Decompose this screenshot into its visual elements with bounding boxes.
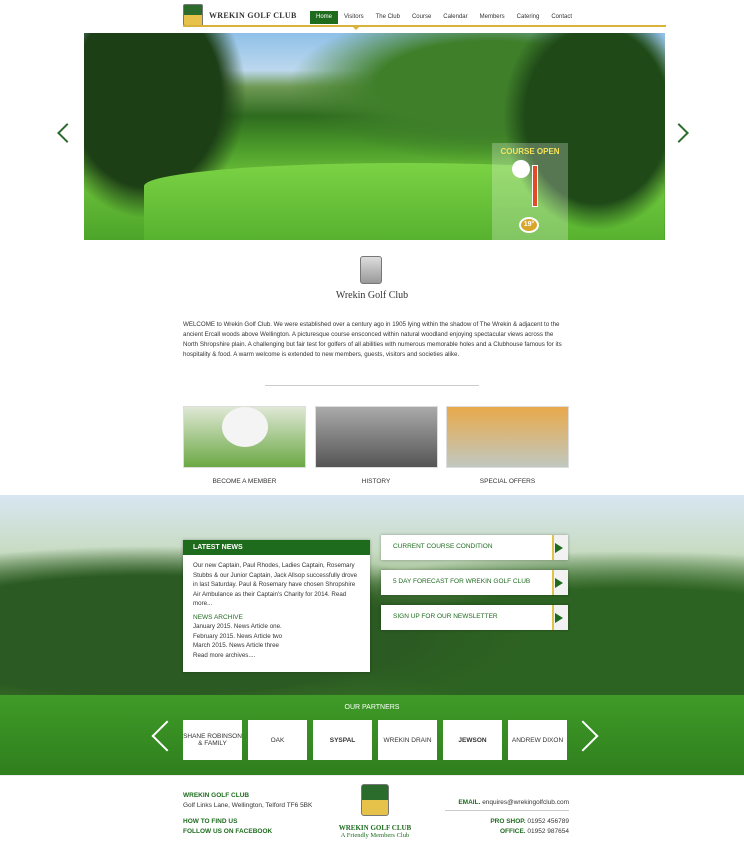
card-label: SPECIAL OFFERS [479, 478, 536, 485]
panel-label: SIGN UP FOR OUR NEWSLETTER [393, 613, 498, 620]
panel-corner [552, 535, 568, 560]
panel-corner [552, 605, 568, 630]
news-archive-item[interactable]: January 2015. News Article one. [193, 622, 360, 632]
partner-logo[interactable]: SHANE ROBINSON & FAMILY [183, 720, 242, 760]
office-phone[interactable]: 01952 987654 [527, 828, 569, 835]
footer-logo: WREKIN GOLF CLUB A Friendly Members Club [330, 784, 420, 839]
card-become-member[interactable]: BECOME A MEMBER [183, 406, 306, 485]
news-archive-item[interactable]: March 2015. News Article three [193, 641, 360, 651]
email-link[interactable]: enquires@wrekingolfclub.com [482, 799, 569, 806]
card-history[interactable]: HISTORY [314, 406, 438, 485]
course-status-badge[interactable]: COURSE OPEN 19° [492, 143, 568, 240]
golf-ball-icon [512, 160, 530, 178]
flag-icon [555, 613, 563, 623]
email-label: EMAIL. [458, 799, 481, 806]
temperature-value: 19° [519, 217, 539, 233]
club-crest-icon [360, 256, 382, 284]
logo-text: WREKIN GOLF CLUB [209, 10, 297, 20]
course-status-title: COURSE OPEN [500, 147, 560, 156]
nav-calendar[interactable]: Calendar [437, 11, 473, 24]
footer-contact: WREKIN GOLF CLUB Golf Links Lane, Wellin… [183, 791, 312, 837]
panel-course-condition[interactable]: CURRENT COURSE CONDITION [381, 535, 568, 560]
footer-address: Golf Links Lane, Wellington, Telford TF6… [183, 802, 313, 809]
footer-center-name: WREKIN GOLF CLUB [338, 824, 412, 832]
footer-divider [445, 810, 569, 811]
partner-logo[interactable]: OAK [248, 720, 307, 760]
partners-next-arrow-icon[interactable] [567, 720, 599, 752]
hero-slider[interactable] [84, 33, 665, 240]
info-panels: CURRENT COURSE CONDITION 5 DAY FORECAST … [381, 535, 568, 640]
thermometer-icon [532, 165, 538, 207]
nav-course[interactable]: Course [406, 11, 437, 24]
news-archive-item[interactable]: February 2015. News Article two [193, 632, 360, 642]
feature-cards: BECOME A MEMBER HISTORY SPECIAL OFFERS [183, 406, 569, 485]
partner-logo[interactable]: WREKIN DRAIN [378, 720, 437, 760]
panel-corner [552, 570, 568, 595]
flag-icon [555, 578, 563, 588]
slider-next-arrow-icon[interactable] [669, 123, 689, 143]
panel-label: CURRENT COURSE CONDITION [393, 543, 493, 550]
header-divider [183, 25, 666, 27]
nav-catering[interactable]: Catering [511, 11, 546, 24]
partner-logo[interactable]: SYSPAL [313, 720, 372, 760]
office-label: OFFICE. [499, 828, 526, 835]
club-crest-icon [361, 784, 389, 816]
flag-icon [555, 543, 563, 553]
news-body[interactable]: Our new Captain, Paul Rhodes, Ladies Cap… [193, 561, 360, 609]
partner-logo[interactable]: ANDREW DIXON [508, 720, 567, 760]
slider-prev-arrow-icon[interactable] [57, 123, 77, 143]
card-image-golf-balls [446, 406, 569, 468]
panel-label: 5 DAY FORECAST FOR WREKIN GOLF CLUB [393, 578, 531, 585]
intro-title: Wrekin Golf Club [335, 290, 409, 301]
main-nav: Home Visitors The Club Course Calendar M… [310, 11, 578, 24]
card-label: BECOME A MEMBER [212, 478, 277, 485]
nav-contact[interactable]: Contact [545, 11, 578, 24]
footer-phones: EMAIL. enquires@wrekingolfclub.com PRO S… [445, 798, 569, 837]
nav-members[interactable]: Members [474, 11, 511, 24]
site-footer: WREKIN GOLF CLUB Golf Links Lane, Wellin… [0, 775, 744, 850]
partner-logo[interactable]: JEWSON [443, 720, 502, 760]
card-label: HISTORY [361, 478, 391, 485]
card-image-golf-ball [183, 406, 306, 468]
nav-visitors[interactable]: Visitors [338, 11, 370, 24]
partners-prev-arrow-icon[interactable] [151, 720, 183, 752]
pro-shop-label: PRO SHOP. [490, 818, 526, 825]
card-special-offers[interactable]: SPECIAL OFFERS [446, 406, 569, 485]
panel-forecast[interactable]: 5 DAY FORECAST FOR WREKIN GOLF CLUB [381, 570, 568, 595]
find-us-link[interactable]: HOW TO FIND US [183, 817, 312, 827]
site-logo[interactable]: WREKIN GOLF CLUB [183, 4, 297, 26]
golf-ball-icon [221, 407, 268, 447]
panel-newsletter[interactable]: SIGN UP FOR OUR NEWSLETTER [381, 605, 568, 630]
club-crest-icon [183, 4, 203, 26]
news-archive-title: NEWS ARCHIVE [193, 613, 243, 621]
latest-news-box: LATEST NEWS Our new Captain, Paul Rhodes… [183, 540, 370, 672]
facebook-link[interactable]: FOLLOW US ON FACEBOOK [183, 827, 312, 837]
nav-home[interactable]: Home [310, 11, 339, 24]
footer-club-name: WREKIN GOLF CLUB [183, 792, 250, 799]
partners-section: OUR PARTNERS SHANE ROBINSON & FAMILY OAK… [0, 695, 744, 775]
site-header: WREKIN GOLF CLUB Home Visitors The Club … [0, 0, 744, 30]
footer-tagline: A Friendly Members Club [340, 832, 410, 839]
intro-text: WELCOME to Wrekin Golf Club. We were est… [183, 321, 562, 358]
nav-the-club[interactable]: The Club [370, 11, 406, 24]
card-image-history-photo [314, 406, 438, 468]
section-divider [265, 385, 479, 386]
partners-title: OUR PARTNERS [344, 704, 400, 711]
pro-shop-phone[interactable]: 01952 456789 [527, 818, 569, 825]
news-archive-more-link[interactable]: Read more archives.... [193, 651, 360, 661]
news-header: LATEST NEWS [183, 540, 370, 555]
